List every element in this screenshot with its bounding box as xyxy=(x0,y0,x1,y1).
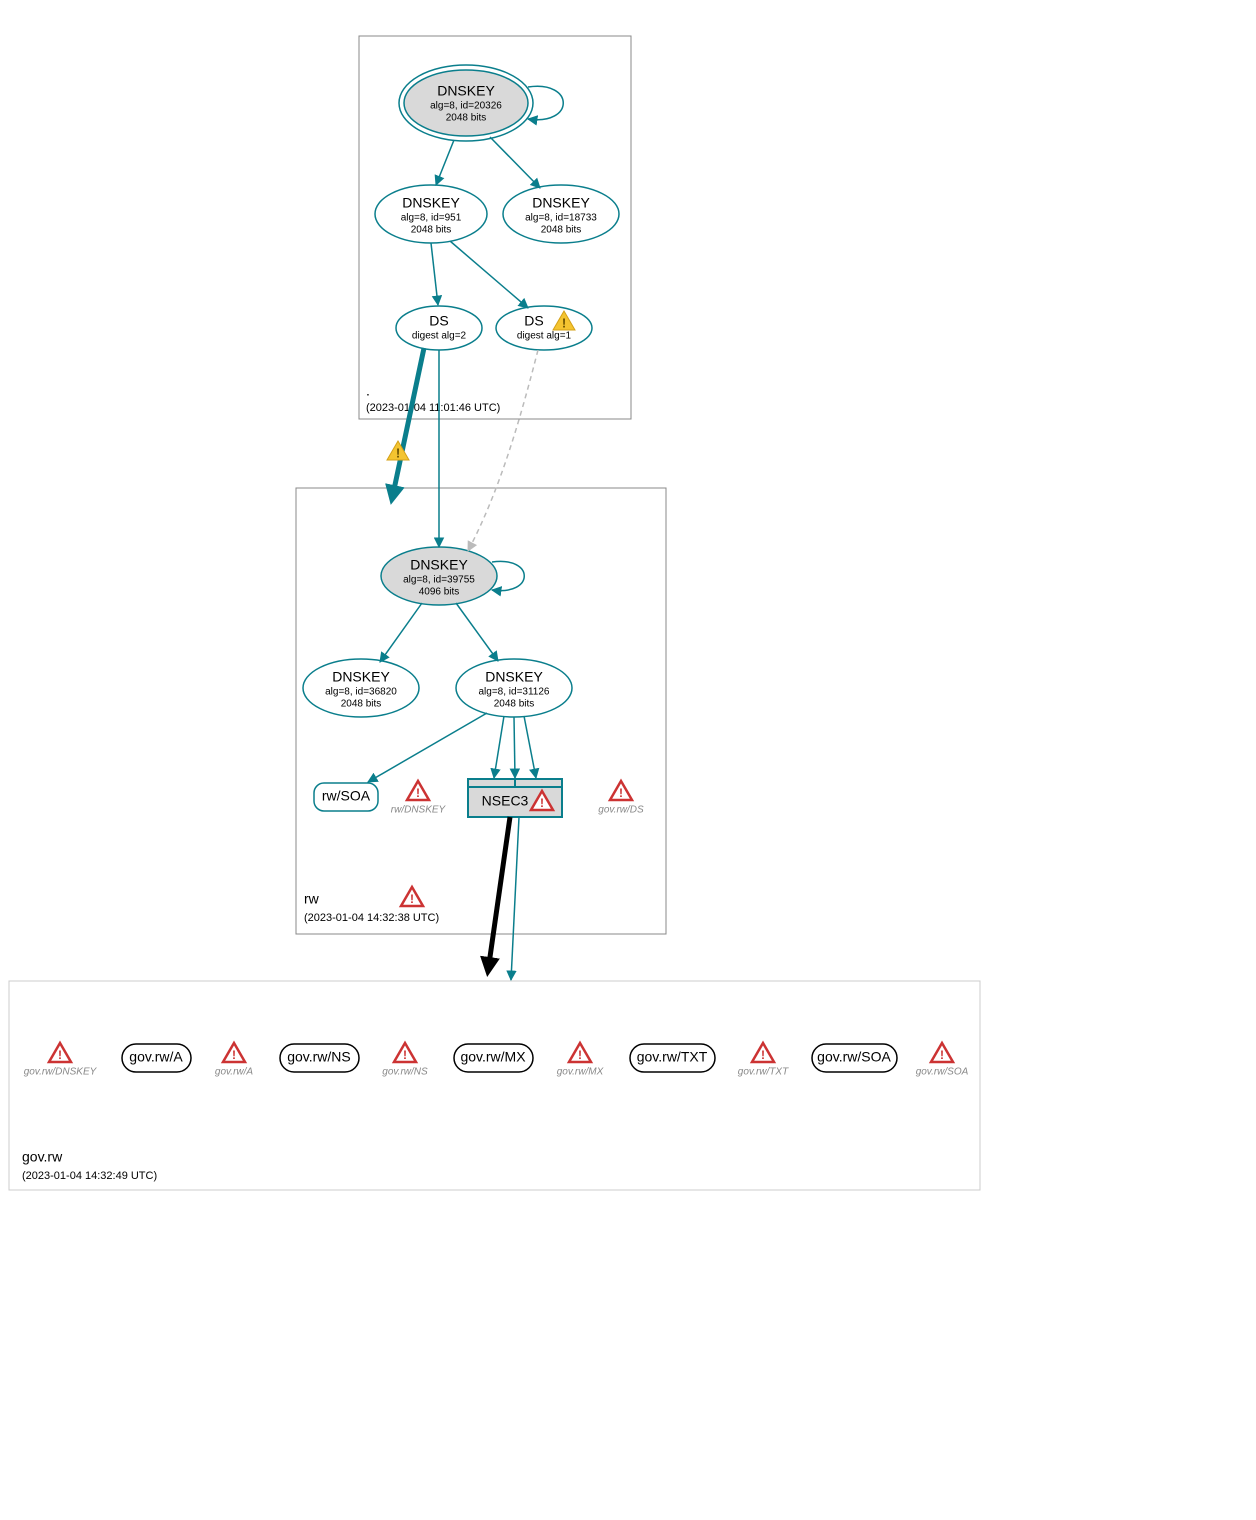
zone-root-name: . xyxy=(366,383,370,399)
label: digest alg=2 xyxy=(412,331,467,342)
node-rw-dnskey-36820[interactable]: DNSKEY alg=8, id=36820 2048 bits xyxy=(303,659,419,717)
zone-rw-timestamp: (2023-01-04 14:32:38 UTC) xyxy=(304,912,439,924)
label: alg=8, id=18733 xyxy=(525,213,597,224)
label: gov.rw/MX xyxy=(557,1067,604,1078)
label: alg=8, id=20326 xyxy=(430,101,502,112)
node-root-dnskey-18733[interactable]: DNSKEY alg=8, id=18733 2048 bits xyxy=(503,185,619,243)
label: DNSKEY xyxy=(485,669,543,685)
zone-gov-rw-name: gov.rw xyxy=(22,1149,63,1165)
label: 2048 bits xyxy=(494,699,535,710)
item-gov-rw-mx-err[interactable]: gov.rw/MX xyxy=(557,1043,604,1078)
error-icon xyxy=(223,1043,245,1062)
item-gov-rw-dnskey[interactable]: gov.rw/DNSKEY xyxy=(24,1043,98,1078)
item-gov-rw-txt-err[interactable]: gov.rw/TXT xyxy=(738,1043,789,1078)
label: alg=8, id=36820 xyxy=(325,687,397,698)
node-rw-soa[interactable]: rw/SOA xyxy=(314,783,378,811)
label: gov.rw/MX xyxy=(460,1049,526,1065)
node-root-ksk[interactable]: DNSKEY alg=8, id=20326 2048 bits xyxy=(399,65,533,141)
label: digest alg=1 xyxy=(517,331,572,342)
edge xyxy=(494,716,504,778)
edge xyxy=(368,713,487,782)
label: rw/SOA xyxy=(322,788,371,804)
zone-rw-name: rw xyxy=(304,891,320,907)
zone-root-timestamp: (2023-01-04 11:01:46 UTC) xyxy=(366,402,500,414)
label: gov.rw/TXT xyxy=(637,1049,708,1065)
node-rw-dnskey-error[interactable]: rw/DNSKEY xyxy=(391,781,447,816)
label: DNSKEY xyxy=(437,83,495,99)
label: gov.rw/DNSKEY xyxy=(24,1067,98,1078)
zone-gov-rw-box xyxy=(9,981,980,1190)
label: gov.rw/DS xyxy=(598,805,644,816)
error-icon xyxy=(394,1043,416,1062)
item-gov-rw-soa-err[interactable]: gov.rw/SOA xyxy=(916,1043,969,1078)
label: DNSKEY xyxy=(532,195,590,211)
edge xyxy=(431,243,438,305)
zone-gov-rw-timestamp: (2023-01-04 14:32:49 UTC) xyxy=(22,1170,157,1182)
edge-cross-teal xyxy=(511,817,519,980)
label: gov.rw/NS xyxy=(382,1067,428,1078)
item-gov-rw-ns-err[interactable]: gov.rw/NS xyxy=(382,1043,428,1078)
edge xyxy=(450,241,528,308)
error-icon xyxy=(931,1043,953,1062)
edge-cross-black xyxy=(488,817,510,971)
edge-cross-heavy xyxy=(392,348,424,499)
edge xyxy=(380,603,422,662)
label: alg=8, id=39755 xyxy=(403,575,475,586)
error-icon xyxy=(569,1043,591,1062)
node-root-dnskey-951[interactable]: DNSKEY alg=8, id=951 2048 bits xyxy=(375,185,487,243)
label: alg=8, id=31126 xyxy=(479,687,550,698)
label: DNSKEY xyxy=(402,195,460,211)
label: gov.rw/SOA xyxy=(916,1067,969,1078)
label: 2048 bits xyxy=(341,699,382,710)
node-gov-rw-ds[interactable]: gov.rw/DS xyxy=(598,781,644,816)
node-root-ds-1[interactable]: DS digest alg=1 xyxy=(496,306,592,350)
edge xyxy=(436,140,454,185)
label: gov.rw/TXT xyxy=(738,1067,789,1078)
item-gov-rw-a-err[interactable]: gov.rw/A xyxy=(215,1043,253,1078)
label: DS xyxy=(524,313,543,329)
error-icon xyxy=(752,1043,774,1062)
error-icon xyxy=(49,1043,71,1062)
edge xyxy=(490,137,540,188)
edge xyxy=(524,716,536,778)
label: DNSKEY xyxy=(332,669,390,685)
node-rw-nsec3[interactable]: NSEC3 xyxy=(468,779,562,817)
label: DS xyxy=(429,313,448,329)
item-gov-rw-a-box[interactable]: gov.rw/A xyxy=(122,1044,191,1072)
label: 2048 bits xyxy=(541,225,582,236)
label: gov.rw/NS xyxy=(287,1049,351,1065)
label: DNSKEY xyxy=(410,557,468,573)
label: gov.rw/A xyxy=(129,1049,183,1065)
node-root-ds-2[interactable]: DS digest alg=2 xyxy=(396,306,482,350)
edge-cross-dashed xyxy=(468,350,538,551)
label: NSEC3 xyxy=(482,793,529,809)
edge xyxy=(456,603,498,661)
label: gov.rw/SOA xyxy=(817,1049,891,1065)
item-gov-rw-txt-box[interactable]: gov.rw/TXT xyxy=(630,1044,715,1072)
node-rw-ksk[interactable]: DNSKEY alg=8, id=39755 4096 bits xyxy=(381,547,497,605)
edge xyxy=(514,717,515,778)
label: gov.rw/A xyxy=(215,1067,253,1078)
item-gov-rw-soa-box[interactable]: gov.rw/SOA xyxy=(812,1044,897,1072)
item-gov-rw-ns-box[interactable]: gov.rw/NS xyxy=(280,1044,359,1072)
error-icon xyxy=(407,781,429,800)
node-rw-dnskey-31126[interactable]: DNSKEY alg=8, id=31126 2048 bits xyxy=(456,659,572,717)
label: 2048 bits xyxy=(411,225,452,236)
error-icon xyxy=(610,781,632,800)
label: rw/DNSKEY xyxy=(391,805,447,816)
label: 2048 bits xyxy=(446,113,487,124)
label: 4096 bits xyxy=(419,587,460,598)
label: alg=8, id=951 xyxy=(401,213,462,224)
item-gov-rw-mx-box[interactable]: gov.rw/MX xyxy=(454,1044,533,1072)
error-icon xyxy=(401,887,423,906)
